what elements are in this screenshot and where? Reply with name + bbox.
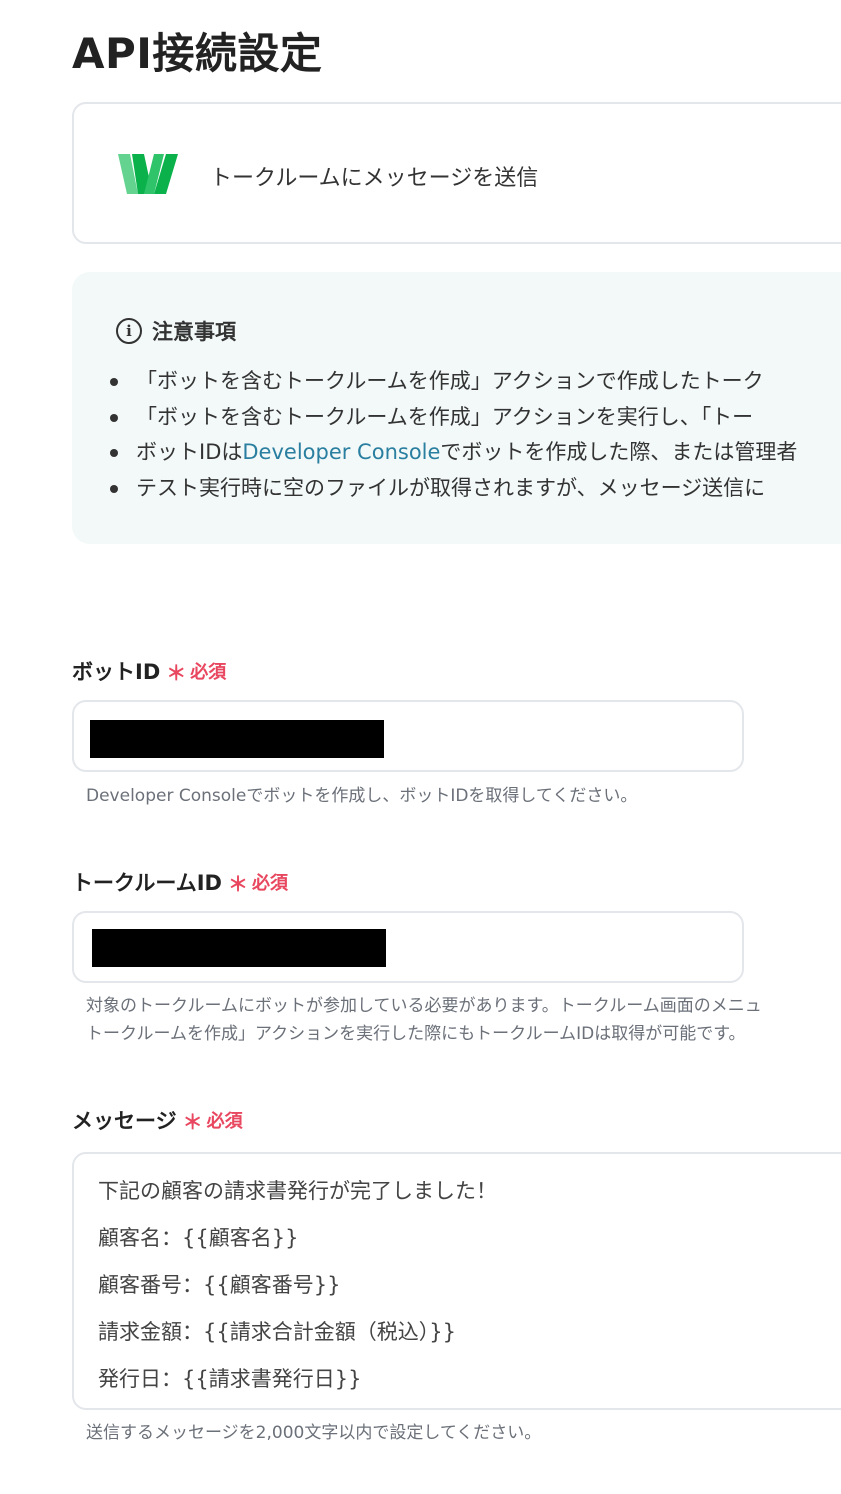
notice-item: ボットIDはDeveloper Consoleでボットを作成した際、または管理者 (108, 435, 797, 471)
notice-item-text: でボットを作成した際、または管理者 (440, 440, 798, 464)
line-works-logo (118, 154, 178, 194)
notice-item: テスト実行時に空のファイルが取得されますが、メッセージ送信に (108, 471, 797, 507)
room-id-help-line: トークルームを作成」アクションを実行した際にもトークルームIDは取得が可能です。 (86, 1024, 746, 1044)
room-id-help-line: 対象のトークルームにボットが参加している必要があります。トークルーム画面のメニュ (86, 996, 762, 1016)
notice-header: i 注意事項 (116, 316, 236, 346)
required-text: 必須 (206, 1111, 243, 1132)
notice-item-text: 「ボットを含むトークルームを作成」アクションを実行し、「トー (136, 404, 754, 429)
bot-id-label: ボットID ＊ 必須 (72, 656, 226, 686)
notice-list: 「ボットを含むトークルームを作成」アクションで作成したトーク 「ボットを含むトー… (108, 364, 797, 506)
required-asterisk-icon: ＊ (228, 871, 248, 896)
developer-console-link[interactable]: Developer Console (242, 440, 440, 464)
room-id-label: トークルームID ＊ 必須 (72, 867, 288, 897)
bullet-icon (110, 413, 118, 422)
notice-item: 「ボットを含むトークルームを作成」アクションで作成したトーク (108, 364, 797, 400)
message-line: 発行日：{{請求書発行日}} (98, 1367, 362, 1391)
message-label: メッセージ ＊ 必須 (72, 1105, 243, 1135)
action-card[interactable]: トークルームにメッセージを送信 (72, 102, 841, 244)
required-asterisk-icon: ＊ (166, 660, 187, 685)
info-icon: i (116, 318, 142, 344)
room-id-help: 対象のトークルームにボットが参加している必要があります。トークルーム画面のメニュ… (86, 992, 762, 1048)
required-text: 必須 (190, 662, 227, 683)
message-line: 顧客番号：{{顧客番号}} (98, 1273, 341, 1297)
notice-box: i 注意事項 「ボットを含むトークルームを作成」アクションで作成したトーク 「ボ… (72, 272, 841, 544)
required-text: 必須 (252, 873, 288, 894)
room-id-input[interactable] (72, 911, 744, 983)
notice-item-text: ボットIDは (136, 440, 243, 464)
bullet-icon (110, 484, 118, 493)
room-id-label-text: トークルームID (72, 871, 222, 895)
page-title: API接続設定 (72, 29, 323, 78)
message-textarea[interactable]: 下記の顧客の請求書発行が完了しました！ 顧客名：{{顧客名}} 顧客番号：{{顧… (72, 1152, 841, 1410)
notice-item-text: 「ボットを含むトークルームを作成」アクションで作成したトーク (136, 369, 764, 393)
action-name: トークルームにメッセージを送信 (210, 166, 539, 191)
message-content: 下記の顧客の請求書発行が完了しました！ 顧客名：{{顧客名}} 顧客番号：{{顧… (98, 1168, 497, 1403)
bot-id-input[interactable] (72, 700, 744, 772)
bullet-icon (110, 378, 118, 386)
message-line: 顧客名：{{顧客名}} (98, 1226, 299, 1250)
message-line: 下記の顧客の請求書発行が完了しました！ (98, 1179, 497, 1203)
notice-item-text: テスト実行時に空のファイルが取得されますが、メッセージ送信に (136, 475, 766, 500)
message-label-text: メッセージ (72, 1109, 177, 1133)
message-line: 請求金額：{{請求合計金額（税込）}} (98, 1320, 456, 1344)
required-asterisk-icon: ＊ (182, 1109, 203, 1134)
notice-item: 「ボットを含むトークルームを作成」アクションを実行し、「トー (108, 400, 797, 436)
bullet-icon (110, 449, 118, 457)
notice-title: 注意事項 (152, 320, 236, 344)
redacted-value (90, 720, 384, 758)
message-help: 送信するメッセージを2,000文字以内で設定してください。 (86, 1423, 542, 1443)
redacted-value (92, 929, 386, 967)
bot-id-help: Developer Consoleでボットを作成し、ボットIDを取得してください… (86, 786, 638, 806)
bot-id-label-text: ボットID (72, 660, 161, 684)
